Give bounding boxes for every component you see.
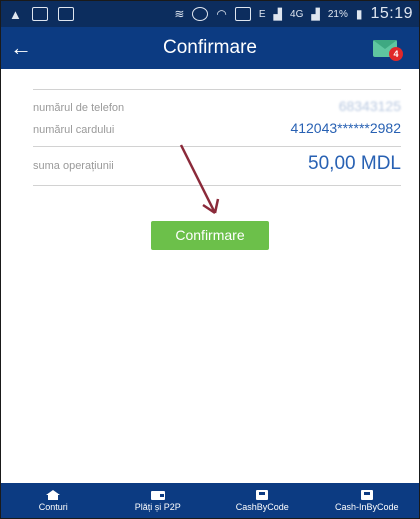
app-screen: ▲ ≋ ◠ E ▟ 4G ▟ 21% ▮ 15:19 ← Confirmare …: [0, 0, 420, 519]
status-bar: ▲ ≋ ◠ E ▟ 4G ▟ 21% ▮ 15:19: [1, 1, 419, 27]
notification-icon: ▲: [9, 6, 22, 22]
messages-badge: 4: [389, 47, 403, 61]
page-title: Confirmare: [163, 37, 257, 58]
signal-bars-icon: ▟: [311, 8, 320, 21]
amount-label: suma operațiunii: [33, 160, 114, 172]
nav-label: Plăți și P2P: [134, 501, 181, 512]
back-arrow-icon[interactable]: ←: [1, 35, 41, 61]
nav-label: CashByCode: [235, 501, 289, 512]
amount-value: 50,00 MDL: [308, 153, 401, 174]
phone-label: numărul de telefon: [33, 102, 125, 114]
signal-icon: ▟: [273, 8, 283, 21]
wifi-icon: ◠: [216, 7, 227, 21]
atm-icon: [256, 489, 269, 500]
nav-item-accounts[interactable]: Conturi: [1, 483, 106, 518]
phone-value: 68343125: [338, 98, 401, 114]
network-generation: 4G: [290, 8, 304, 20]
nav-item-payments[interactable]: Plăți și P2P: [106, 483, 211, 518]
bottom-navigation: Conturi Plăți și P2P CashByCode Cash-InB…: [1, 483, 419, 518]
nav-item-cashinbycode[interactable]: Cash-InByCode: [315, 483, 420, 518]
confirm-area: Confirmare: [1, 221, 419, 250]
chat-icon: [31, 7, 48, 21]
alarm-icon: [192, 7, 209, 21]
network-type: E: [258, 8, 266, 20]
phone-row: numărul de telefon 68343125: [33, 98, 401, 120]
messages-button[interactable]: 4: [373, 37, 403, 61]
nav-label: Conturi: [38, 501, 68, 512]
image-icon: [57, 7, 74, 21]
sim-icon: [234, 7, 251, 21]
nfc-icon: ≋: [174, 7, 185, 21]
wallet-icon: [150, 490, 165, 500]
annotation-arrow-icon: [179, 144, 220, 215]
nav-item-cashbycode[interactable]: CashByCode: [210, 483, 315, 518]
home-icon: [46, 489, 61, 500]
confirm-button[interactable]: Confirmare: [151, 221, 269, 250]
battery-level: 21%: [327, 8, 348, 20]
nav-label: Cash-InByCode: [334, 501, 399, 512]
battery-icon: ▮: [355, 7, 363, 21]
clock: 15:19: [370, 5, 413, 22]
card-row: numărul cardului 412043******2982: [33, 120, 401, 142]
atm-in-icon: [360, 489, 373, 500]
card-label: numărul cardului: [33, 124, 115, 136]
app-header: ← Confirmare 4: [1, 27, 419, 69]
card-value: 412043******2982: [290, 120, 401, 136]
